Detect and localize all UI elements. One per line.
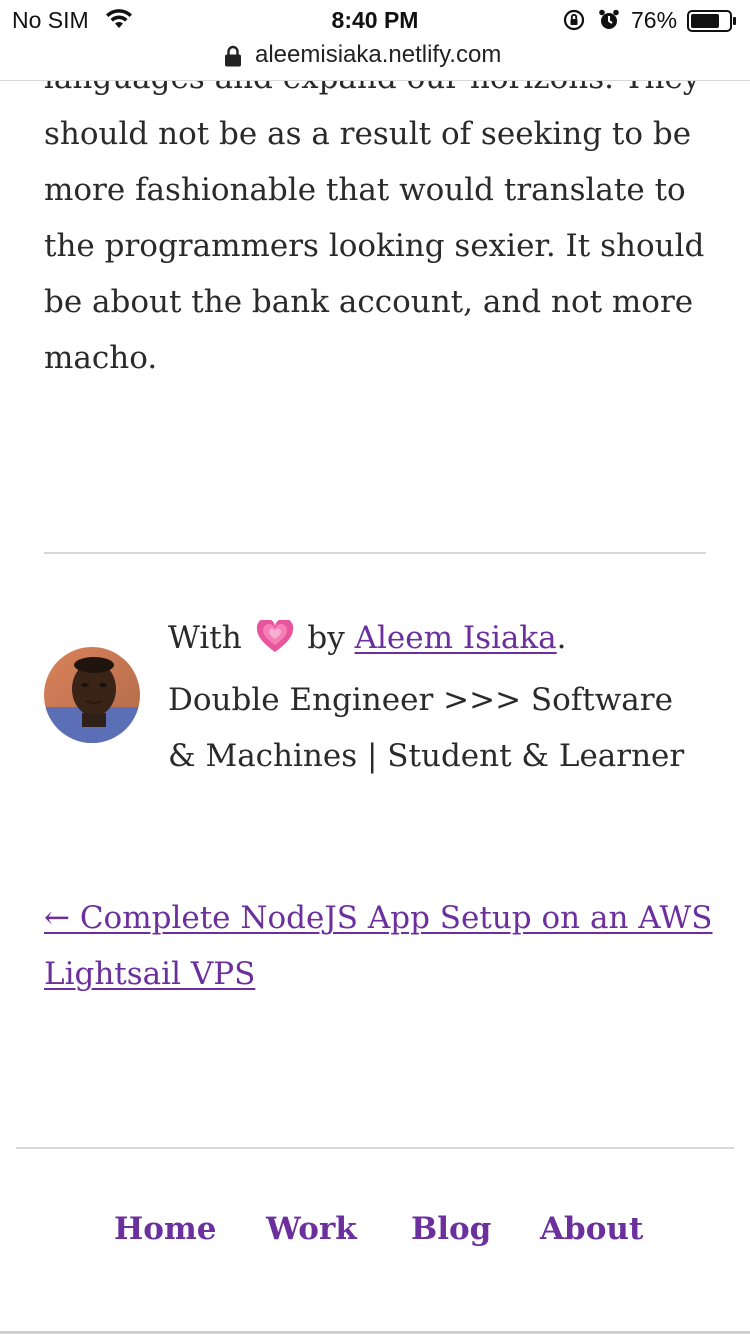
battery-icon bbox=[687, 10, 737, 38]
author-by: by bbox=[307, 620, 345, 656]
lock-icon bbox=[224, 44, 242, 75]
alarm-icon bbox=[597, 8, 621, 38]
author-text: With by Aleem Isiaka. Double Engineer >>… bbox=[168, 610, 708, 784]
browser-address-bar[interactable]: aleemisiaka.netlify.com bbox=[0, 38, 750, 81]
article-body: languages and expand our horizons. They … bbox=[44, 50, 714, 386]
nav-blog[interactable]: Blog bbox=[411, 1211, 491, 1247]
author-bio-text: Double Engineer >>> Software & Machines … bbox=[168, 682, 685, 774]
author-prefix: With bbox=[168, 620, 242, 656]
avatar bbox=[44, 647, 140, 743]
battery-percent: 76% bbox=[631, 7, 678, 33]
orientation-lock-icon bbox=[562, 8, 586, 38]
status-bar: No SIM 8:40 PM 76% bbox=[0, 0, 750, 40]
author-bio: With by Aleem Isiaka. Double Engineer >>… bbox=[44, 610, 706, 780]
nav-work[interactable]: Work bbox=[266, 1211, 357, 1247]
article-paragraph: should not be as a result of seeking to … bbox=[44, 116, 705, 376]
footer-nav: Home Work Blog About bbox=[0, 1205, 750, 1261]
footer-divider bbox=[16, 1147, 734, 1149]
author-name-link[interactable]: Aleem Isiaka bbox=[355, 620, 557, 656]
author-period: . bbox=[556, 620, 567, 656]
heart-icon bbox=[256, 616, 294, 672]
article-divider bbox=[44, 552, 706, 554]
nav-home[interactable]: Home bbox=[114, 1211, 217, 1247]
url-text[interactable]: aleemisiaka.netlify.com bbox=[255, 41, 501, 69]
nav-about[interactable]: About bbox=[540, 1211, 643, 1247]
author-credit-line: With by Aleem Isiaka. bbox=[168, 610, 708, 672]
previous-post-link[interactable]: ← Complete NodeJS App Setup on an AWS Li… bbox=[44, 900, 713, 992]
previous-post-nav: ← Complete NodeJS App Setup on an AWS Li… bbox=[44, 890, 714, 1002]
